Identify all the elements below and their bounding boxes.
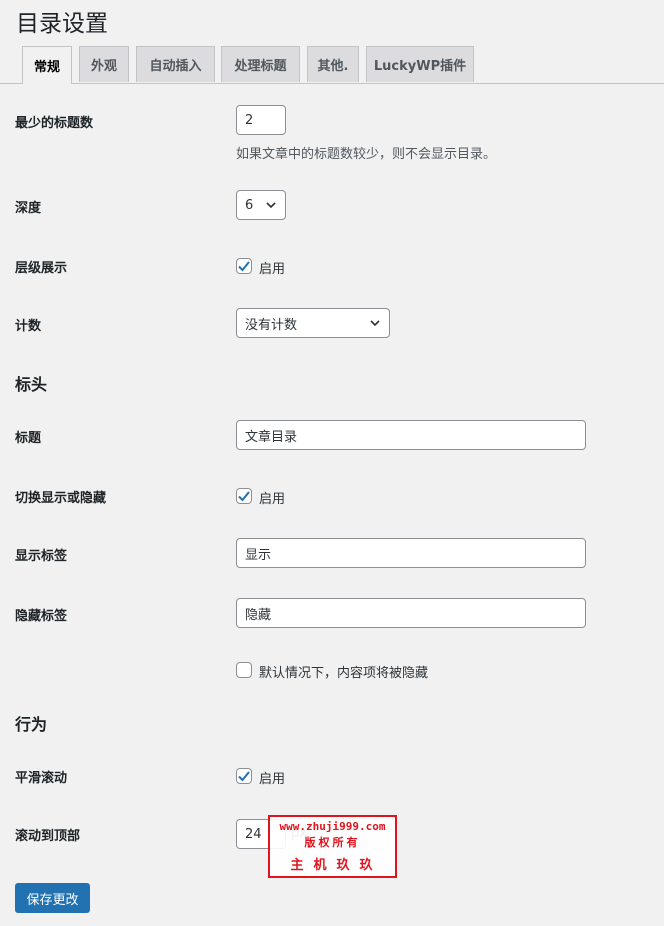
depth-label: 深度 (15, 201, 42, 216)
watermark-copyright: 版权所有 (304, 836, 361, 849)
numbering-select[interactable]: 没有计数 (236, 308, 390, 338)
toggle-checkbox[interactable] (236, 488, 252, 504)
numbering-label: 计数 (15, 319, 42, 334)
tab-misc[interactable]: 其他. (307, 46, 359, 82)
depth-value: 6 (245, 197, 254, 213)
numbering-value: 没有计数 (245, 317, 298, 333)
hide-label-label: 隐藏标签 (15, 609, 68, 624)
smooth-scroll-checkbox-label: 启用 (259, 772, 286, 787)
scroll-top-label: 滚动到顶部 (15, 829, 81, 844)
chevron-down-icon (370, 320, 380, 327)
checkmark-icon (238, 261, 250, 272)
checkmark-icon (238, 771, 250, 782)
behavior-section-heading: 行为 (15, 715, 48, 734)
header-section-heading: 标头 (15, 375, 48, 394)
smooth-scroll-checkbox[interactable] (236, 768, 252, 784)
settings-tabs: 常规 外观 自动插入 处理标题 其他. LuckyWP插件 (0, 46, 664, 84)
hierarchical-checkbox[interactable] (236, 258, 252, 274)
min-headings-label: 最少的标题数 (15, 116, 94, 131)
watermark-url: www.zhuji999.com (279, 820, 386, 833)
min-headings-input[interactable] (236, 105, 286, 135)
chevron-down-icon (266, 202, 276, 209)
tab-luckywp-plugins[interactable]: LuckyWP插件 (366, 46, 474, 82)
tab-general[interactable]: 常规 (22, 46, 72, 84)
checkmark-icon (238, 491, 250, 502)
toggle-label: 切换显示或隐藏 (15, 491, 107, 506)
tab-auto-insert[interactable]: 自动插入 (136, 46, 215, 82)
toggle-checkbox-label: 启用 (259, 492, 286, 507)
save-changes-button[interactable]: 保存更改 (15, 883, 90, 913)
title-label: 标题 (15, 431, 42, 446)
watermark-brand: 主机玖玖 (290, 858, 383, 873)
hierarchical-checkbox-label: 启用 (259, 262, 286, 277)
hide-default-checkbox[interactable] (236, 662, 252, 678)
min-headings-description: 如果文章中的标题数较少，则不会显示目录。 (236, 147, 497, 162)
smooth-scroll-label: 平滑滚动 (15, 771, 68, 786)
hide-label-input[interactable] (236, 598, 586, 628)
title-input[interactable] (236, 420, 586, 450)
depth-select[interactable]: 6 (236, 190, 286, 220)
watermark-stamp: www.zhuji999.com 版权所有 主机玖玖 (268, 815, 397, 878)
show-label-label: 显示标签 (15, 549, 68, 564)
show-label-input[interactable] (236, 538, 586, 568)
tab-appearance[interactable]: 外观 (79, 46, 129, 82)
tab-process-headings[interactable]: 处理标题 (221, 46, 300, 82)
page-title: 目录设置 (16, 11, 108, 37)
hierarchical-label: 层级展示 (15, 261, 68, 276)
hide-default-checkbox-label: 默认情况下，内容项将被隐藏 (259, 666, 429, 681)
